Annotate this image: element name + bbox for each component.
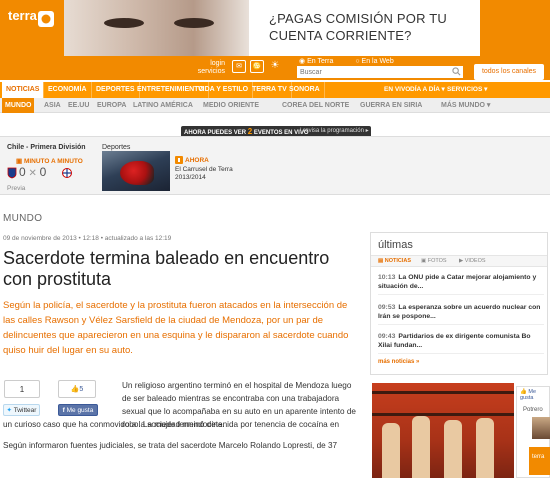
nav-en-vivo[interactable]: EN VIVO [384, 82, 410, 98]
svg-text:terra: terra [532, 454, 545, 460]
weather-icon[interactable]: ☀ [268, 60, 282, 73]
subnav-corea-del-norte[interactable]: COREA DEL NORTE [282, 98, 349, 113]
search-scope-web[interactable]: ○ En la Web [355, 58, 403, 65]
subnav-europa[interactable]: EUROPA [97, 98, 126, 113]
minute-by-minute-link[interactable]: ▣ MINUTO A MINUTO [16, 157, 83, 165]
share-counter: 1 [4, 380, 40, 398]
main-nav: NOTICIAS ECONOMÍA DEPORTES ENTRETENIMIEN… [0, 82, 550, 98]
match-score[interactable]: 0 ✕ 0 [19, 165, 46, 179]
programming-link[interactable]: | revisa la programación ▸ [300, 127, 369, 134]
subnav-mundo[interactable]: MUNDO [2, 98, 35, 113]
more-news-link[interactable]: más noticias » [378, 359, 419, 365]
facebook-widget-like[interactable]: 👍 Me gusta [520, 389, 549, 401]
facebook-like-button[interactable]: f Me gusta [58, 404, 98, 416]
advertisement-banner[interactable]: ¿PAGAS COMISIÓN POR TU CUENTA CORRIENTE? [64, 0, 480, 56]
subnav-latinoamerica[interactable]: LATINO AMÉRICA [133, 98, 193, 113]
nav-dia-a-dia[interactable]: DÍA A DÍA ▾ [410, 82, 445, 98]
terra-badge-icon: terra [529, 447, 550, 475]
tab-noticias[interactable]: ▤ NOTICIAS [378, 256, 411, 267]
team-away-crest-icon [62, 168, 72, 178]
sports-scoreboard: Chile - Primera División ▣ MINUTO A MINU… [0, 136, 550, 195]
live-icon [175, 156, 183, 164]
latest-news-item[interactable]: 10:13 La ONU pide a Catar mejorar alojami… [378, 273, 544, 295]
latest-news-title: últimas [378, 239, 413, 251]
sports-title: Deportes [102, 144, 131, 151]
facebook-widget-label: Potrero [523, 407, 543, 413]
nav-noticias[interactable]: NOTICIAS [2, 82, 45, 98]
event-title[interactable]: El Carrusel de Terra 2013/2014 [175, 166, 233, 182]
facebook-icon: f [62, 407, 65, 414]
nav-servicios[interactable]: SERVICIOS ▾ [447, 82, 487, 98]
facebook-widget: 👍 Me gusta Potrero terra [516, 386, 550, 478]
preview-link[interactable]: Previa [7, 185, 25, 192]
subnav-medio-oriente[interactable]: MEDIO ORIENTE [203, 98, 259, 113]
subnav-asia[interactable]: ASIA [44, 98, 61, 113]
facebook-widget-photo[interactable] [532, 417, 550, 439]
team-home-crest-icon [7, 167, 17, 179]
ad-text: ¿PAGAS COMISIÓN POR TU CUENTA CORRIENTE? [269, 11, 447, 43]
tab-videos[interactable]: ▶ VIDEOS [459, 256, 486, 267]
latest-news-item[interactable]: 09:43 Partidarios de ex dirigente comunis… [378, 332, 544, 354]
section-nav: MUNDO ASIA EE.UU EUROPA LATINO AMÉRICA M… [0, 98, 550, 113]
horoscope-icon[interactable]: ♋ [250, 60, 264, 73]
section-title: MUNDO [3, 213, 43, 224]
latest-news-tabs: ▤ NOTICIAS ▣ FOTOS ▶ VIDEOS [371, 255, 547, 267]
utility-bar: login servicios ✉ ♋ ☀ ◉ En Terra ○ En la… [0, 56, 550, 80]
league-title: Chile - Primera División [7, 144, 86, 151]
nav-vida-y-estilo[interactable]: VIDA Y ESTILO [194, 82, 254, 98]
tab-fotos[interactable]: ▣ FOTOS [421, 256, 447, 267]
latest-news-item[interactable]: 09:53 La esperanza sobre un acuerdo nucle… [378, 303, 544, 325]
top-bar: terra ¿PAGAS COMISIÓN POR TU CUENTA CORR… [0, 0, 550, 56]
tweet-button[interactable]: ✦ Twittear [3, 404, 40, 416]
article-paragraph-1-end: un curioso caso que ha conmovido a la so… [3, 420, 225, 429]
mail-icon[interactable]: ✉ [232, 60, 246, 73]
latest-news-panel: últimas ▤ NOTICIAS ▣ FOTOS ▶ VIDEOS 10:1… [370, 232, 548, 375]
subnav-eeuu[interactable]: EE.UU [68, 98, 89, 113]
search-input[interactable] [297, 66, 463, 78]
promo-image[interactable] [372, 383, 514, 478]
all-channels-button[interactable]: todos los canales [474, 64, 544, 80]
subnav-guerra-en-siria[interactable]: GUERRA EN SIRIA [360, 98, 422, 113]
terra-logo-icon[interactable] [37, 10, 55, 28]
ad-photo [64, 0, 249, 56]
article-dateline: 09 de noviembre de 2013 • 12:18 • actual… [3, 235, 172, 242]
subnav-mas-mundo[interactable]: MÁS MUNDO ▾ [441, 98, 490, 113]
article-lede: Según la policía, el sacerdote y la pros… [3, 300, 349, 356]
search-scope[interactable]: ◉ En Terra ○ En la Web [299, 57, 414, 65]
nav-sonora[interactable]: SONORA [285, 82, 325, 98]
terra-logo[interactable]: terra [8, 8, 37, 23]
live-events-label: AHORA PUEDES VER 2 EVENTOS EN VIVO [184, 127, 309, 136]
article-headline: Sacerdote termina baleado en encuentro c… [3, 248, 330, 289]
twitter-icon: ✦ [6, 407, 12, 414]
search-icon[interactable] [452, 67, 461, 76]
search-scope-terra[interactable]: ◉ En Terra [299, 58, 343, 65]
nav-economia[interactable]: ECONOMÍA [44, 82, 92, 98]
motorbike-race-thumbnail[interactable] [102, 151, 170, 191]
article-paragraph-2: Según informaron fuentes judiciales, se … [3, 441, 338, 450]
login-link[interactable]: login servicios [187, 60, 225, 76]
facebook-like-counter: 👍5 [58, 380, 96, 398]
now-label: AHORA [185, 157, 209, 164]
